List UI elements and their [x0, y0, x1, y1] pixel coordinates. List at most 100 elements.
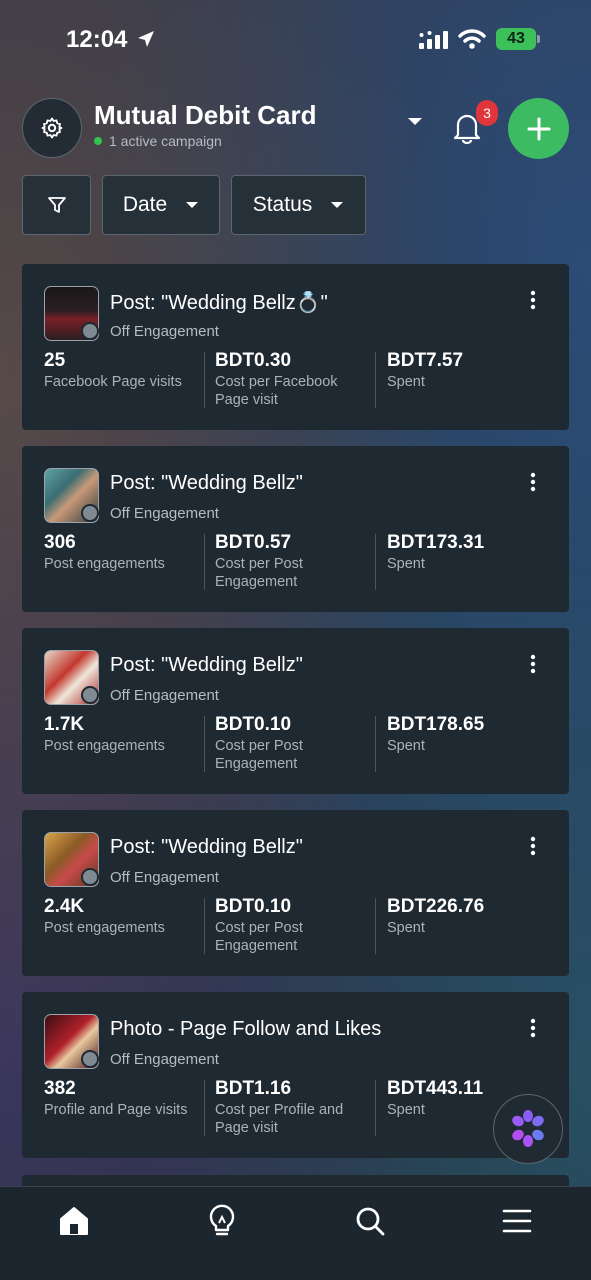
battery-level: 43 [496, 28, 536, 50]
metric-value: BDT226.76 [387, 896, 485, 917]
metric-cost: BDT0.10 Cost per Post Engagement [215, 896, 365, 955]
metric-value: 25 [44, 350, 66, 371]
metric-label: Spent [387, 738, 425, 754]
metric-value: BDT0.10 [215, 896, 292, 917]
menu-icon [502, 1209, 532, 1233]
metric-label: Cost per Profile and Page visit [215, 1102, 344, 1136]
campaign-status: Off Engagement [110, 687, 219, 704]
more-options-icon[interactable] [525, 472, 541, 494]
metric-label: Post engagements [44, 920, 165, 936]
metric-value: BDT1.16 [215, 1078, 292, 1099]
metric-label: Cost per Facebook Page visit [215, 374, 338, 408]
metric-value: 2.4K [44, 896, 85, 917]
metric-cost: BDT1.16 Cost per Profile and Page visit [215, 1078, 365, 1137]
metric-results: 382 Profile and Page visits [44, 1078, 204, 1119]
metric-divider [375, 898, 376, 954]
metric-value: BDT0.10 [215, 714, 292, 735]
campaign-status: Off Engagement [110, 323, 219, 340]
active-dot [94, 137, 102, 145]
off-status-dot [81, 1050, 99, 1068]
active-campaign-indicator: 1 active campaign [94, 133, 222, 149]
metric-value: BDT173.31 [387, 532, 485, 553]
campaign-card[interactable]: Post: "Wedding Bellz" Off Engagement 306… [22, 446, 569, 612]
wifi-icon [458, 29, 486, 49]
metric-divider [375, 1080, 376, 1136]
metric-value: BDT7.57 [387, 350, 464, 371]
metric-divider [375, 716, 376, 772]
date-filter-dropdown[interactable]: Date [102, 175, 220, 235]
active-campaign-text: 1 active campaign [109, 133, 222, 149]
campaign-status: Off Engagement [110, 1051, 219, 1068]
metric-label: Spent [387, 556, 425, 572]
metric-label: Facebook Page visits [44, 374, 182, 390]
more-options-icon[interactable] [525, 836, 541, 858]
status-time: 12:04 [66, 26, 128, 53]
metric-cost: BDT0.30 Cost per Facebook Page visit [215, 350, 365, 409]
home-icon [60, 1207, 88, 1235]
metric-divider [204, 1080, 205, 1136]
campaign-title: Post: "Wedding Bellz" [110, 654, 303, 676]
nav-search[interactable] [350, 1201, 390, 1241]
metric-value: BDT0.57 [215, 532, 292, 553]
metric-label: Spent [387, 920, 425, 936]
metric-value: 1.7K [44, 714, 85, 735]
campaign-status: Off Engagement [110, 505, 219, 522]
meta-ai-button[interactable] [493, 1094, 563, 1164]
more-options-icon[interactable] [525, 290, 541, 312]
metric-value: 306 [44, 532, 76, 553]
metric-divider [204, 534, 205, 590]
more-options-icon[interactable] [525, 654, 541, 676]
metric-results: 25 Facebook Page visits [44, 350, 204, 391]
more-options-icon[interactable] [525, 1018, 541, 1040]
off-status-dot [81, 322, 99, 340]
metric-spent: BDT173.31 Spent [387, 532, 547, 573]
status-filter-dropdown[interactable]: Status [231, 175, 366, 235]
metric-results: 1.7K Post engagements [44, 714, 204, 755]
account-name[interactable]: Mutual Debit Card [94, 100, 316, 131]
metric-label: Profile and Page visits [44, 1102, 188, 1118]
campaign-title: Photo - Page Follow and Likes [110, 1018, 382, 1040]
metric-divider [375, 534, 376, 590]
campaign-status: Off Engagement [110, 869, 219, 886]
campaign-card[interactable]: Post: "Wedding Bellz" Off Engagement 2.4… [22, 810, 569, 976]
account-dropdown-icon[interactable] [406, 116, 424, 128]
metric-value: 382 [44, 1078, 76, 1099]
battery-cap [537, 35, 540, 43]
cellular-signal-icon [419, 31, 448, 49]
metric-label: Cost per Post Engagement [215, 556, 303, 590]
chevron-down-icon [331, 201, 344, 208]
funnel-icon [47, 197, 66, 213]
location-arrow-icon [138, 31, 154, 47]
create-button[interactable] [508, 98, 569, 159]
metric-cost: BDT0.57 Cost per Post Engagement [215, 532, 365, 591]
nav-insights[interactable] [202, 1201, 242, 1241]
campaign-title: Post: "Wedding Bellz" [110, 472, 303, 494]
metric-value: BDT0.30 [215, 350, 292, 371]
settings-button[interactable] [22, 98, 82, 158]
bottom-navigation [0, 1186, 591, 1280]
metric-divider [204, 716, 205, 772]
filter-button[interactable] [22, 175, 91, 235]
metric-divider [204, 352, 205, 408]
metric-divider [204, 898, 205, 954]
campaign-card[interactable]: Post: "Wedding Bellz💍" Off Engagement 25… [22, 264, 569, 430]
nav-home[interactable] [54, 1201, 94, 1241]
meta-ai-flower-icon [512, 1110, 544, 1147]
metric-spent: BDT7.57 Spent [387, 350, 547, 391]
status-filter-label: Status [252, 193, 313, 216]
plus-icon [527, 117, 550, 140]
metric-results: 2.4K Post engagements [44, 896, 204, 937]
gear-icon [41, 117, 63, 139]
campaign-card[interactable]: Photo - Page Follow and Likes Off Engage… [22, 992, 569, 1158]
metric-label: Cost per Post Engagement [215, 738, 303, 772]
off-status-dot [81, 868, 99, 886]
metric-label: Cost per Post Engagement [215, 920, 303, 954]
metric-results: 306 Post engagements [44, 532, 204, 573]
metric-label: Post engagements [44, 738, 165, 754]
metric-divider [375, 352, 376, 408]
metric-spent: BDT226.76 Spent [387, 896, 547, 937]
campaign-card[interactable]: Post: "Wedding Bellz" Off Engagement 1.7… [22, 628, 569, 794]
nav-menu[interactable] [497, 1201, 537, 1241]
campaign-title: Post: "Wedding Bellz" [110, 836, 303, 858]
metric-label: Post engagements [44, 556, 165, 572]
